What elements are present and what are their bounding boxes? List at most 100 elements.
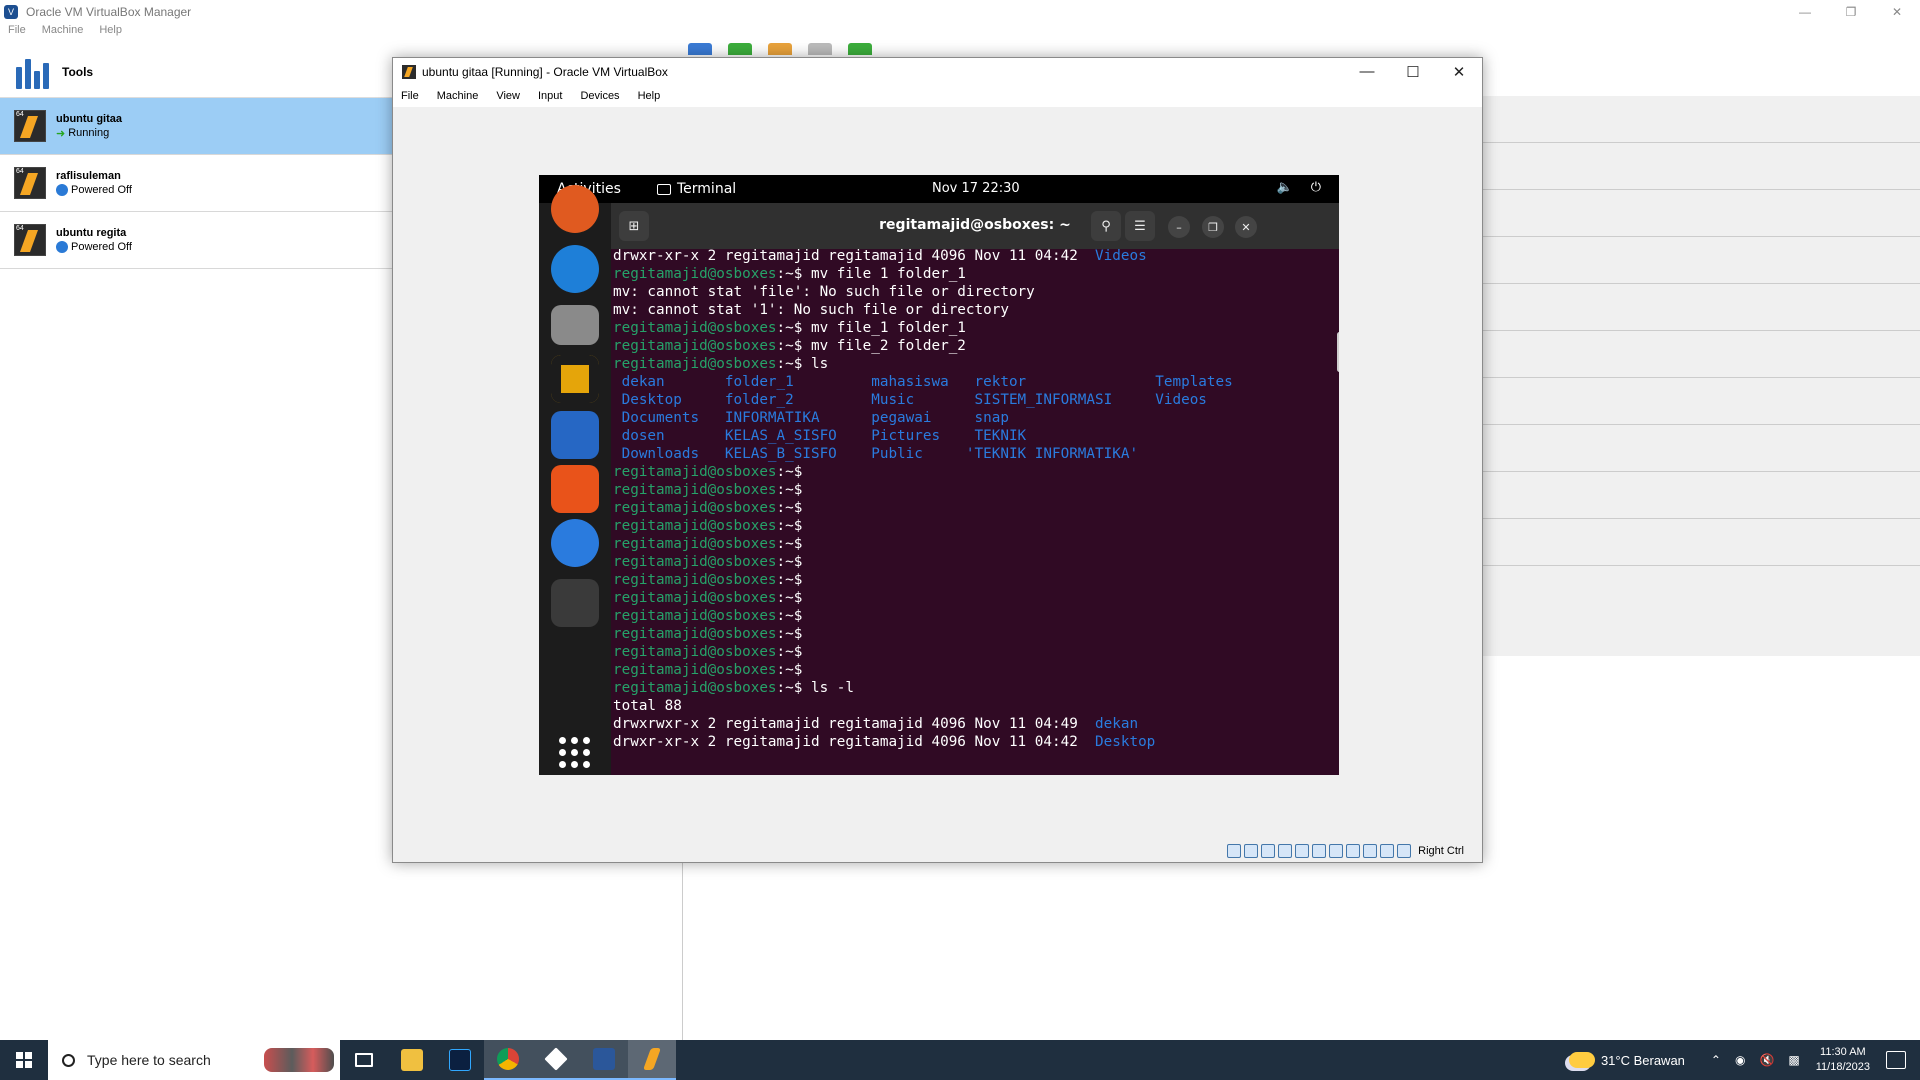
terminal-output-text: mv: cannot stat 'file': No such file or … [613, 284, 1035, 300]
search-highlight-image [264, 1048, 334, 1072]
manager-restore-button[interactable]: ❐ [1828, 0, 1874, 23]
camera-icon[interactable]: ◉ [1735, 1053, 1745, 1067]
terminal-body[interactable]: drwxr-xr-x 2 regitamajid regitamajid 409… [611, 249, 1339, 775]
show-icon[interactable] [848, 43, 872, 55]
guest-screen[interactable]: Activities Terminal Nov 17 22:30 🔈⏻ ⊞ re… [539, 175, 1339, 775]
rhythmbox-icon[interactable] [551, 355, 599, 403]
taskbar-photoshop[interactable] [436, 1040, 484, 1080]
terminal-prompt: regitamajid@osboxes [613, 662, 777, 678]
vm-menu-machine[interactable]: Machine [437, 90, 479, 102]
vm-menu-devices[interactable]: Devices [580, 90, 619, 102]
taskbar-search[interactable]: Type here to search [48, 1040, 340, 1080]
terminal-command: :~$ [776, 572, 803, 588]
settings-icon[interactable] [688, 43, 712, 55]
start-icon[interactable] [808, 43, 832, 55]
manager-menu-file[interactable]: File [8, 24, 26, 42]
clock[interactable]: Nov 17 22:30 [932, 181, 1020, 196]
terminal-command: :~$ ls [776, 356, 829, 372]
vm-item-ubuntu-regita[interactable]: 64 ubuntu regita Powered Off [0, 212, 392, 269]
tools-item[interactable]: Tools [0, 46, 392, 98]
terminal-command: :~$ mv file_2 folder_2 [776, 338, 966, 354]
discard-icon[interactable] [768, 43, 792, 55]
terminal-maximize-button[interactable]: ❐ [1202, 216, 1224, 238]
show-hidden-icons-chevron-icon[interactable]: ⌃ [1711, 1053, 1721, 1067]
network-icon[interactable] [1278, 844, 1293, 858]
terminal-command: :~$ [776, 500, 803, 516]
volume-icon[interactable]: 🔈 [1277, 180, 1293, 195]
speaker-muted-icon[interactable]: 🔇 [1759, 1053, 1774, 1067]
terminal-output-text: drwxr-xr-x 2 regitamajid regitamajid 409… [613, 734, 1096, 750]
vm-window: ubuntu gitaa [Running] - Oracle VM Virtu… [392, 57, 1483, 863]
notifications-icon[interactable] [1886, 1051, 1906, 1069]
display-icon[interactable] [1329, 844, 1344, 858]
hard-disk-icon[interactable] [1227, 844, 1242, 858]
terminal-line: drwxr-xr-x 2 regitamajid regitamajid 409… [613, 249, 1233, 265]
recording-icon[interactable] [1346, 844, 1361, 858]
start-button[interactable] [0, 1040, 48, 1080]
optical-drive-icon[interactable] [1244, 844, 1259, 858]
vm-item-ubuntu-gitaa[interactable]: 64 ubuntu gitaa ➜ Running [0, 98, 392, 155]
weather-icon[interactable] [1568, 1052, 1595, 1068]
audio-icon[interactable] [1261, 844, 1276, 858]
manager-menu-help[interactable]: Help [99, 24, 122, 42]
vm-menu-input[interactable]: Input [538, 90, 562, 102]
terminal-dock-icon[interactable] [551, 579, 599, 627]
new-vm-icon[interactable] [728, 43, 752, 55]
task-view-button[interactable] [340, 1040, 388, 1080]
vm-titlebar: ubuntu gitaa [Running] - Oracle VM Virtu… [393, 58, 1482, 85]
show-apps-icon[interactable] [559, 737, 591, 769]
mouse-integration-icon[interactable] [1380, 844, 1395, 858]
app-center-icon[interactable] [551, 465, 599, 513]
terminal-line: mv: cannot stat 'file': No such file or … [613, 283, 1233, 301]
vm-close-button[interactable]: ✕ [1436, 58, 1482, 85]
terminal-prompt: regitamajid@osboxes [613, 572, 777, 588]
files-icon[interactable] [551, 305, 599, 345]
vm-item-raflisuleman[interactable]: 64 raflisuleman Powered Off [0, 155, 392, 212]
terminal-directory-listing: Documents INFORMATIKA pegawai snap [613, 410, 1009, 426]
terminal-close-button[interactable]: ✕ [1235, 216, 1257, 238]
libreoffice-writer-icon[interactable] [551, 411, 599, 459]
vm-menu-help[interactable]: Help [638, 90, 661, 102]
manager-minimize-button[interactable]: — [1782, 0, 1828, 23]
taskbar-vm-window[interactable] [628, 1040, 676, 1080]
manager-menu-machine[interactable]: Machine [42, 24, 84, 42]
taskbar-word[interactable] [580, 1040, 628, 1080]
terminal-scrollbar[interactable] [1337, 332, 1339, 372]
power-icon[interactable]: ⏻ [1311, 180, 1321, 195]
cpu-icon[interactable] [1363, 844, 1378, 858]
terminal-line: regitamajid@osboxes:~$ mv file_1 folder_… [613, 319, 1233, 337]
terminal-command: :~$ [776, 464, 803, 480]
vm-maximize-button[interactable]: ☐ [1390, 58, 1436, 85]
dock [539, 185, 611, 775]
terminal-command: :~$ ls -l [776, 680, 855, 696]
taskbar-clock[interactable]: 11:30 AM 11/18/2023 [1816, 1045, 1870, 1075]
help-icon[interactable] [551, 519, 599, 567]
terminal-prompt: regitamajid@osboxes [613, 356, 777, 372]
taskbar-chrome[interactable] [484, 1040, 532, 1080]
manager-close-button[interactable]: ✕ [1874, 0, 1920, 23]
word-icon [593, 1048, 615, 1070]
firefox-icon[interactable] [551, 185, 599, 233]
app-menu[interactable]: Terminal [657, 181, 736, 197]
vm-menu-view[interactable]: View [496, 90, 520, 102]
manager-titlebar: V Oracle VM VirtualBox Manager — ❐ ✕ [0, 0, 1920, 23]
file-explorer-icon [401, 1049, 423, 1071]
thunderbird-icon[interactable] [551, 245, 599, 293]
taskbar-file-explorer[interactable] [388, 1040, 436, 1080]
terminal-line: dekan folder_1 mahasiswa rektor Template… [613, 373, 1233, 391]
terminal-line: drwxrwxr-x 2 regitamajid regitamajid 409… [613, 715, 1233, 733]
usb-icon[interactable] [1295, 844, 1310, 858]
keyboard-icon[interactable] [1397, 844, 1412, 858]
terminal-minimize-button[interactable]: – [1168, 216, 1190, 238]
shared-folders-icon[interactable] [1312, 844, 1327, 858]
vm-minimize-button[interactable]: — [1344, 58, 1390, 85]
vm-menu-file[interactable]: File [401, 90, 419, 102]
host-key-label: Right Ctrl [1418, 845, 1464, 857]
network-tray-icon[interactable]: ▩ [1788, 1053, 1799, 1067]
hamburger-menu-icon[interactable]: ☰ [1125, 211, 1155, 241]
system-tray: 31°C Berawan ⌃ ◉ 🔇 ▩ 11:30 AM 11/18/2023 [1568, 1040, 1920, 1080]
search-icon[interactable]: ⚲ [1091, 211, 1121, 241]
taskbar-virtualbox[interactable] [532, 1040, 580, 1080]
weather-text[interactable]: 31°C Berawan [1601, 1053, 1685, 1068]
vm-name: ubuntu regita [56, 227, 127, 239]
